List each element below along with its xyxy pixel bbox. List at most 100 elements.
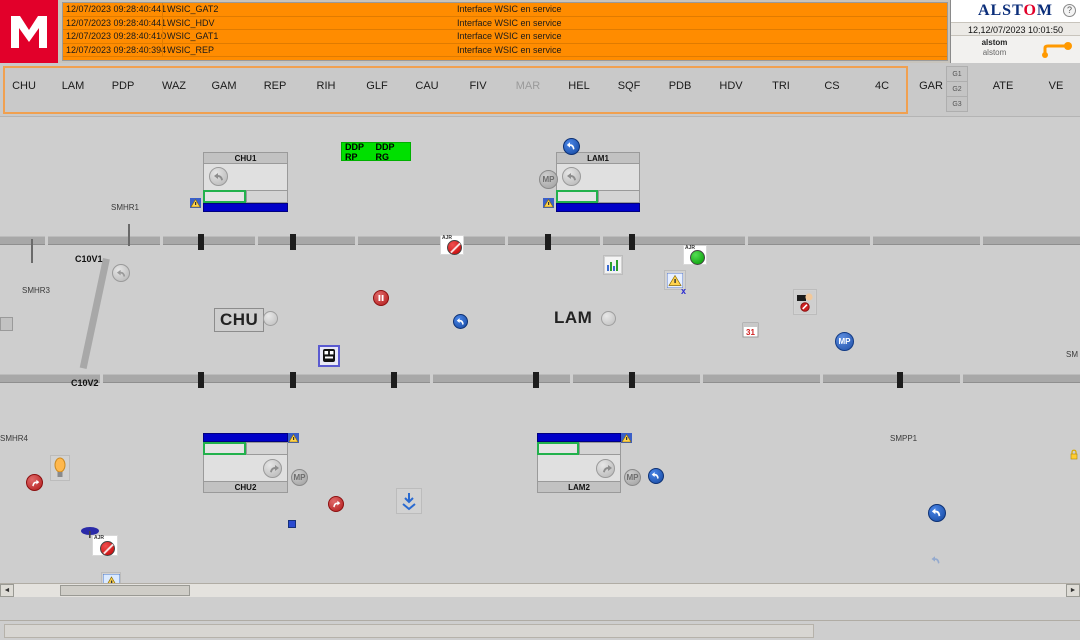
platform-bar-lam1[interactable] <box>556 203 640 212</box>
scroll-left-button[interactable]: ◄ <box>0 584 14 597</box>
rotate-back-icon[interactable] <box>453 314 468 329</box>
warning-triangle-icon[interactable] <box>543 198 554 208</box>
platform-block-lam1[interactable]: LAM1 <box>556 152 640 212</box>
warning-triangle-icon[interactable] <box>190 198 201 208</box>
forward-arrow-icon[interactable] <box>263 459 282 478</box>
nav-station-tri[interactable]: TRI <box>759 80 803 92</box>
nav-station-hdv[interactable]: HDV <box>709 80 753 92</box>
nav-station-chu[interactable]: CHU <box>2 80 46 92</box>
group-button-g3[interactable]: G3 <box>946 96 968 112</box>
platform-segments-chu1[interactable] <box>203 190 288 203</box>
nav-station-fiv[interactable]: FIV <box>456 80 500 92</box>
group-button-g1[interactable]: G1 <box>946 66 968 82</box>
track-diagram-canvas[interactable]: SMHR1 SMHR3 SMHR4 SMPP1 SM C10V1 C10V2 C… <box>0 117 1080 583</box>
track-block-marker[interactable] <box>290 372 296 388</box>
platform-segment-occupied[interactable] <box>203 442 246 455</box>
platform-segment-occupied[interactable] <box>537 442 579 455</box>
nav-button-ve[interactable]: VE <box>1036 80 1076 92</box>
operator-hand-icon[interactable] <box>793 289 817 315</box>
nav-station-gam[interactable]: GAM <box>202 80 246 92</box>
forward-arrow-badge[interactable] <box>328 496 344 512</box>
track-line-lower[interactable] <box>0 374 1080 383</box>
platform-bar-chu1[interactable] <box>203 203 288 212</box>
track-block-marker[interactable] <box>198 372 204 388</box>
alarm-list[interactable]: 12/07/2023 09:28:40:441 WSIC_GAT2 Interf… <box>62 2 948 61</box>
nav-station-hel[interactable]: HEL <box>557 80 601 92</box>
platform-bar-chu2[interactable] <box>203 433 288 442</box>
signal-lamp-green[interactable] <box>690 250 705 265</box>
mp-badge-active[interactable]: MP <box>835 332 854 351</box>
reverse-arrow-icon[interactable] <box>562 167 581 186</box>
mp-badge[interactable]: MP <box>539 170 558 189</box>
warning-triangle-icon[interactable] <box>621 433 632 443</box>
rotate-back-icon[interactable] <box>928 504 946 522</box>
calendar-icon[interactable]: 31 <box>742 321 759 338</box>
metro-m-logo[interactable] <box>0 0 58 63</box>
warning-alert-icon[interactable] <box>101 572 121 583</box>
lock-icon[interactable] <box>1070 449 1078 460</box>
nav-button-gar[interactable]: GAR <box>911 80 951 92</box>
station-indicator-lam[interactable] <box>601 311 616 326</box>
platform-segment-free[interactable] <box>245 442 288 455</box>
signal-tag-ajr-red[interactable]: AJR <box>440 235 464 255</box>
scrollbar-thumb[interactable] <box>60 585 190 596</box>
platform-bar-lam2[interactable] <box>537 433 621 442</box>
switch-arrow-icon[interactable] <box>112 264 130 282</box>
nav-station-cs[interactable]: CS <box>810 80 854 92</box>
signal-lamp-red[interactable] <box>447 240 462 255</box>
platform-body-chu1[interactable] <box>203 164 288 190</box>
platform-segments-lam1[interactable] <box>556 190 640 203</box>
alarm-row[interactable]: 12/07/2023 09:28:40:441 WSIC_GAT2 Interf… <box>63 3 947 17</box>
train-icon[interactable] <box>318 345 340 367</box>
nav-station-sqf[interactable]: SQF <box>607 80 651 92</box>
signal-tag-ajr-green[interactable]: AJR <box>683 245 707 265</box>
group-button-g2[interactable]: G2 <box>946 81 968 97</box>
pause-icon[interactable] <box>373 290 389 306</box>
edge-toggle-button[interactable] <box>0 317 13 331</box>
platform-segment-free[interactable] <box>579 442 621 455</box>
mp-badge[interactable]: MP <box>624 469 641 486</box>
rotate-back-icon[interactable] <box>648 468 664 484</box>
nav-station-pdb[interactable]: PDB <box>658 80 702 92</box>
chart-icon[interactable] <box>603 255 623 275</box>
mp-badge[interactable]: MP <box>291 469 308 486</box>
nav-station-mar[interactable]: MAR <box>506 80 550 92</box>
ddp-status-banner[interactable]: DDP RP DDP RG <box>341 142 411 162</box>
station-title-chu[interactable]: CHU <box>214 308 265 332</box>
track-block-marker[interactable] <box>545 234 551 250</box>
nav-station-4c[interactable]: 4C <box>860 80 904 92</box>
status-square-marker[interactable] <box>288 520 296 528</box>
signal-tag-ajr-red-2[interactable]: AJR <box>92 535 118 556</box>
nav-station-rep[interactable]: REP <box>253 80 297 92</box>
platform-block-lam2[interactable]: LAM2 <box>537 433 621 493</box>
lamp-icon[interactable] <box>50 455 70 481</box>
track-block-marker[interactable] <box>198 234 204 250</box>
horizontal-scrollbar[interactable]: ◄ ► <box>0 583 1080 597</box>
platform-block-chu1[interactable]: CHU1 <box>203 152 288 212</box>
track-block-marker[interactable] <box>629 234 635 250</box>
help-icon[interactable]: ? <box>1063 4 1076 17</box>
platform-segment-free[interactable] <box>245 190 288 203</box>
nav-button-ate[interactable]: ATE <box>983 80 1023 92</box>
cancel-x-marker[interactable]: x <box>681 286 686 296</box>
rotate-back-icon[interactable] <box>563 138 580 155</box>
track-block-marker[interactable] <box>533 372 539 388</box>
platform-segments-lam2[interactable] <box>537 442 621 455</box>
platform-segment-free[interactable] <box>598 190 640 203</box>
track-block-marker[interactable] <box>897 372 903 388</box>
nav-station-rih[interactable]: RIH <box>304 80 348 92</box>
alarm-row[interactable]: 12/07/2023 09:28:40:441 WSIC_HDV Interfa… <box>63 16 947 30</box>
connection-link-icon[interactable] <box>1041 41 1075 59</box>
forward-arrow-badge[interactable] <box>26 474 43 491</box>
platform-segment-occupied[interactable] <box>203 190 246 203</box>
alarm-row[interactable]: 12/07/2023 09:28:40:410 WSIC_GAT1 Interf… <box>63 30 947 44</box>
forward-arrow-icon[interactable] <box>596 459 615 478</box>
nav-station-waz[interactable]: WAZ <box>152 80 196 92</box>
diagonal-track-c10v1[interactable] <box>79 258 110 370</box>
platform-block-chu2[interactable]: CHU2 <box>203 433 288 493</box>
nav-station-cau[interactable]: CAU <box>405 80 449 92</box>
reverse-arrow-icon[interactable] <box>209 167 228 186</box>
station-title-lam[interactable]: LAM <box>554 308 592 328</box>
nav-station-pdp[interactable]: PDP <box>101 80 145 92</box>
track-block-marker[interactable] <box>290 234 296 250</box>
